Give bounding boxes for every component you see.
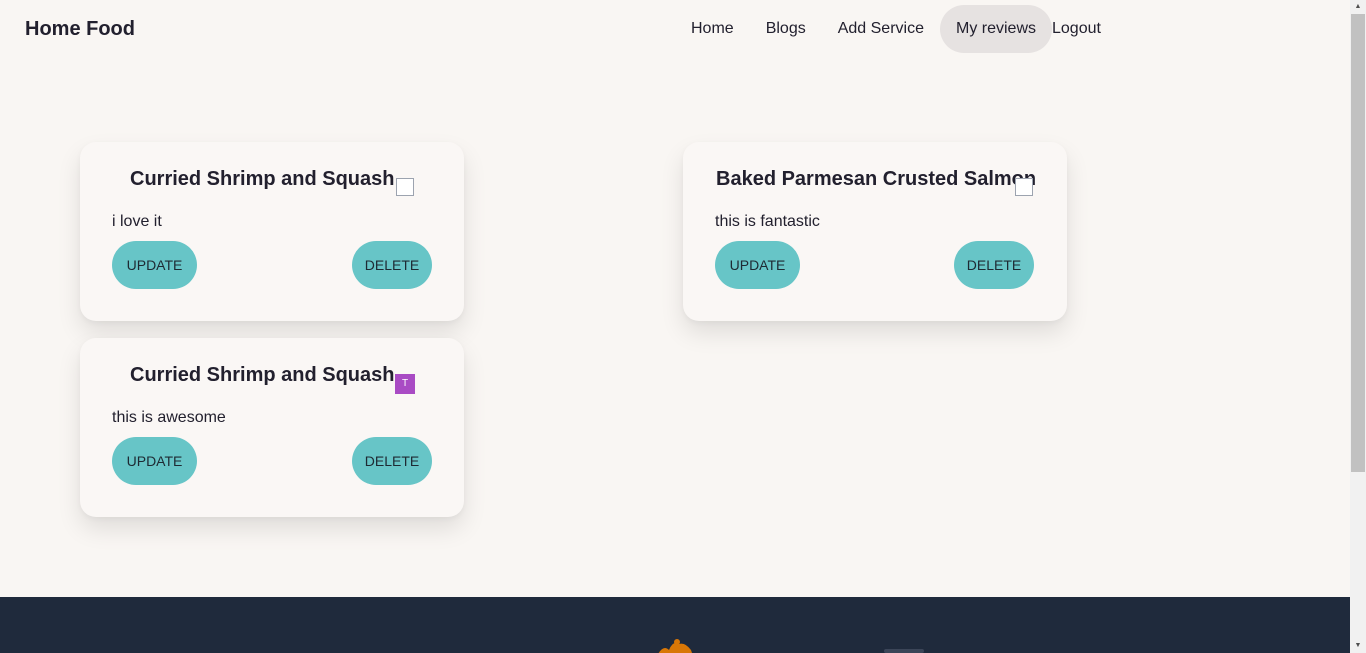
review-card: Curried Shrimp and Squash i love it UPDA… <box>80 142 464 321</box>
review-title: Curried Shrimp and Squash <box>130 364 395 386</box>
page: Home Food Home Blogs Add Service My revi… <box>0 0 1350 653</box>
review-title: Baked Parmesan Crusted Salmon <box>716 168 1037 190</box>
review-card: Curried Shrimp and Squash T this is awes… <box>80 338 464 517</box>
navbar: Home Food Home Blogs Add Service My revi… <box>0 0 1350 60</box>
delete-button[interactable]: DELETE <box>954 241 1034 289</box>
update-button[interactable]: UPDATE <box>715 241 800 289</box>
review-text: this is awesome <box>112 409 226 426</box>
nav-links: Home Blogs Add Service My reviews Logout <box>675 5 1101 53</box>
scrollbar-thumb[interactable] <box>1351 14 1365 472</box>
review-title: Curried Shrimp and Squash <box>130 168 395 190</box>
logo-icon <box>658 639 692 653</box>
footer-divider <box>884 649 924 653</box>
nav-link-blogs[interactable]: Blogs <box>750 5 822 53</box>
review-text: i love it <box>112 213 162 230</box>
avatar: T <box>395 374 415 394</box>
nav-link-my-reviews[interactable]: My reviews <box>939 5 1052 53</box>
delete-button[interactable]: DELETE <box>352 437 432 485</box>
brand-logo[interactable]: Home Food <box>25 18 135 41</box>
food-image-icon <box>1015 178 1033 196</box>
review-card: Baked Parmesan Crusted Salmon this is fa… <box>683 142 1067 321</box>
scroll-down-icon[interactable]: ▼ <box>1350 639 1366 653</box>
nav-link-home[interactable]: Home <box>675 5 750 53</box>
food-image-icon <box>396 178 414 196</box>
scroll-up-icon[interactable]: ▲ <box>1350 0 1366 14</box>
nav-link-add-service[interactable]: Add Service <box>822 5 940 53</box>
nav-link-logout[interactable]: Logout <box>1052 5 1101 53</box>
review-text: this is fantastic <box>715 213 820 230</box>
update-button[interactable]: UPDATE <box>112 437 197 485</box>
update-button[interactable]: UPDATE <box>112 241 197 289</box>
delete-button[interactable]: DELETE <box>352 241 432 289</box>
